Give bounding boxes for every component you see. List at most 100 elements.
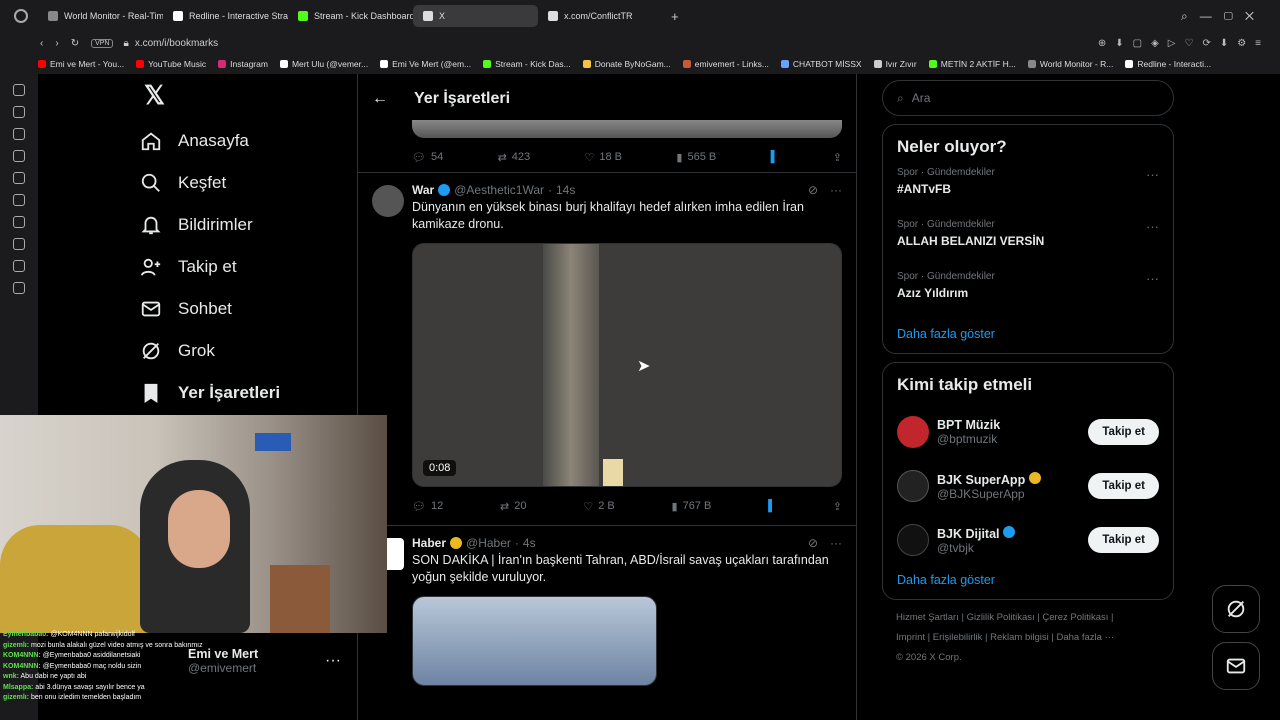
browser-tab[interactable]: Redline - Interactive Strate [163,5,288,27]
previous-tweet-media[interactable] [412,120,842,138]
trend-item[interactable]: Spor · Gündemdekiler Azız Yıldırım ··· [897,271,1159,323]
back-arrow-icon[interactable]: ← [372,90,388,108]
trend-item[interactable]: Spor · Gündemdekiler #ANTvFB ··· [897,167,1159,219]
bookmark-item[interactable]: Emi ve Mert - You... [38,59,124,69]
browser-tab-active[interactable]: X [413,5,538,27]
follow-button[interactable]: Takip et [1088,419,1159,445]
suggested-account[interactable]: BJK Dijital @tvbjk Takip et [897,513,1159,567]
share-icon[interactable]: ⇪ [833,151,842,164]
bookmark-item[interactable]: Redline - Interacti... [1125,59,1211,69]
avatar[interactable] [897,416,929,448]
window-controls[interactable]: ⌕—▢✕ [1181,9,1266,24]
footer-line[interactable]: Hizmet Şartları | Gizlilik Politikası | … [896,608,1174,628]
nav-item-grok[interactable]: Grok [140,330,280,372]
tweet-time[interactable]: 14s [556,183,575,197]
back-icon[interactable]: ‹ [40,38,43,49]
more-icon[interactable]: ··· [830,183,842,197]
share-icon[interactable]: ⇪ [833,500,842,513]
sidebar-tool-icon[interactable] [13,216,25,228]
grok-fab-button[interactable] [1212,585,1260,633]
tweet-time[interactable]: 4s [523,536,536,550]
avatar[interactable] [372,185,404,217]
follow-button[interactable]: Takip et [1088,527,1159,553]
like-button[interactable]: ♡ 2 B [583,500,614,513]
browser-tab[interactable]: Stream - Kick Dashboard [288,5,413,27]
views-button[interactable]: ▮ 767 B [672,500,712,513]
suggested-account[interactable]: BPT Müzik @bptmuzik Takip et [897,405,1159,459]
author-name[interactable]: War [412,183,434,197]
more-icon[interactable]: ··· [1146,271,1159,286]
follow-button[interactable]: Takip et [1088,473,1159,499]
tweet[interactable]: Haber @Haber · 4s ⊘ ··· SON DAKİKA | İra… [358,525,856,686]
suggested-account[interactable]: BJK SuperApp @BJKSuperApp Takip et [897,459,1159,513]
like-button[interactable]: ♡ 18 B [585,151,623,164]
author-name[interactable]: Haber [412,536,446,550]
show-more-link[interactable]: Daha fazla göster [897,327,1159,341]
new-tab-icon[interactable]: + [671,9,679,24]
reload-icon[interactable]: ↻ [71,38,79,49]
bookmark-item[interactable]: YouTube Music [136,59,206,69]
author-handle[interactable]: @Aesthetic1War [454,183,544,197]
grok-icon[interactable]: ⊘ [808,183,818,197]
nav-item-notifications[interactable]: Bildirimler [140,204,280,246]
bookmark-button[interactable]: ▌ [768,500,776,512]
more-icon[interactable]: ··· [1146,167,1159,182]
x-logo-icon[interactable]: 𝕏 [144,80,280,120]
show-more-link[interactable]: Daha fazla göster [897,573,1159,587]
bookmark-item[interactable]: Instagram [218,59,268,69]
retweet-button[interactable]: ⇄ 20 [500,500,526,513]
nav-item-home[interactable]: Anasayfa [140,120,280,162]
footer-line[interactable]: Imprint | Erişilebilirlik | Reklam bilgi… [896,628,1174,648]
sidebar-tool-icon[interactable] [13,260,25,272]
sidebar-x-icon[interactable] [13,194,25,206]
url-field[interactable]: x.com/i/bookmarks [135,38,218,49]
tweet-image[interactable] [412,596,657,686]
nav-item-follow[interactable]: Takip et [140,246,280,288]
bookmark-item[interactable]: Donate ByNoGam... [582,59,671,69]
bookmark-button[interactable]: ▌ [771,151,779,163]
tweet[interactable]: War @Aesthetic1War · 14s ⊘ ··· Dünyanın … [358,172,856,525]
trend-item[interactable]: Spor · Gündemdekiler ALLAH BELANIZI VERSİ… [897,219,1159,271]
bookmark-label: Mert Ulu (@vemer... [291,59,369,69]
avatar[interactable] [897,524,929,556]
bookmark-item[interactable]: METİN 2 AKTİF H... [928,59,1016,69]
more-icon[interactable]: ··· [830,536,842,550]
nav-item-explore[interactable]: Keşfet [140,162,280,204]
reply-icon: 💬︎ [412,151,426,164]
author-handle[interactable]: @Haber [466,536,511,550]
sidebar-tool-icon[interactable] [13,106,25,118]
messages-fab-button[interactable] [1212,642,1260,690]
browser-tab[interactable]: World Monitor - Real-Time [38,5,163,27]
bookmark-item[interactable]: Emi Ve Mert (@em... [380,59,471,69]
bookmark-item[interactable]: Ivır Zıvır [873,59,917,69]
search-input[interactable]: ⌕ Ara [882,80,1174,116]
bookmark-item[interactable]: emivemert - Links... [682,59,769,69]
retweet-button[interactable]: ⇄ 423 [498,151,531,164]
forward-icon[interactable]: › [55,38,58,49]
nav-item-chat[interactable]: Sohbet [140,288,280,330]
sidebar-tool-icon[interactable] [13,172,25,184]
toolbar-icons[interactable]: ⊕⬇▢◈▷♡⟳⬇⚙≡ [1098,38,1270,49]
browser-tab[interactable]: x.com/ConflictTR [538,5,663,27]
bookmark-item[interactable]: World Monitor - R... [1027,59,1113,69]
bookmark-item[interactable]: CHATBOT MİSSX [780,59,862,69]
sidebar-tool-icon[interactable] [13,84,25,96]
views-button[interactable]: ▮ 565 B [676,151,716,164]
nav-item-bookmarks[interactable]: Yer İşaretleri [140,372,280,414]
vpn-badge[interactable]: VPN [91,38,114,48]
tweet-video[interactable]: ➤ 0:08 [412,243,842,487]
bookmark-label: Redline - Interacti... [1137,59,1212,69]
sidebar-tool-icon[interactable] [13,128,25,140]
bookmark-item[interactable]: Mert Ulu (@vemer... [279,59,369,69]
bookmark-item[interactable]: Stream - Kick Das... [483,59,571,69]
sidebar-tool-icon[interactable] [13,238,25,250]
sidebar-settings-icon[interactable] [13,282,25,294]
sidebar-tool-icon[interactable] [13,150,25,162]
reply-button[interactable]: 💬︎ 12 [412,500,443,513]
avatar[interactable] [897,470,929,502]
person-add-icon [140,258,161,276]
reply-button[interactable]: 💬︎ 54 [412,151,443,164]
bookmark-label: Emi ve Mert - You... [50,59,125,69]
grok-icon[interactable]: ⊘ [808,536,818,550]
more-icon[interactable]: ··· [1146,219,1159,234]
